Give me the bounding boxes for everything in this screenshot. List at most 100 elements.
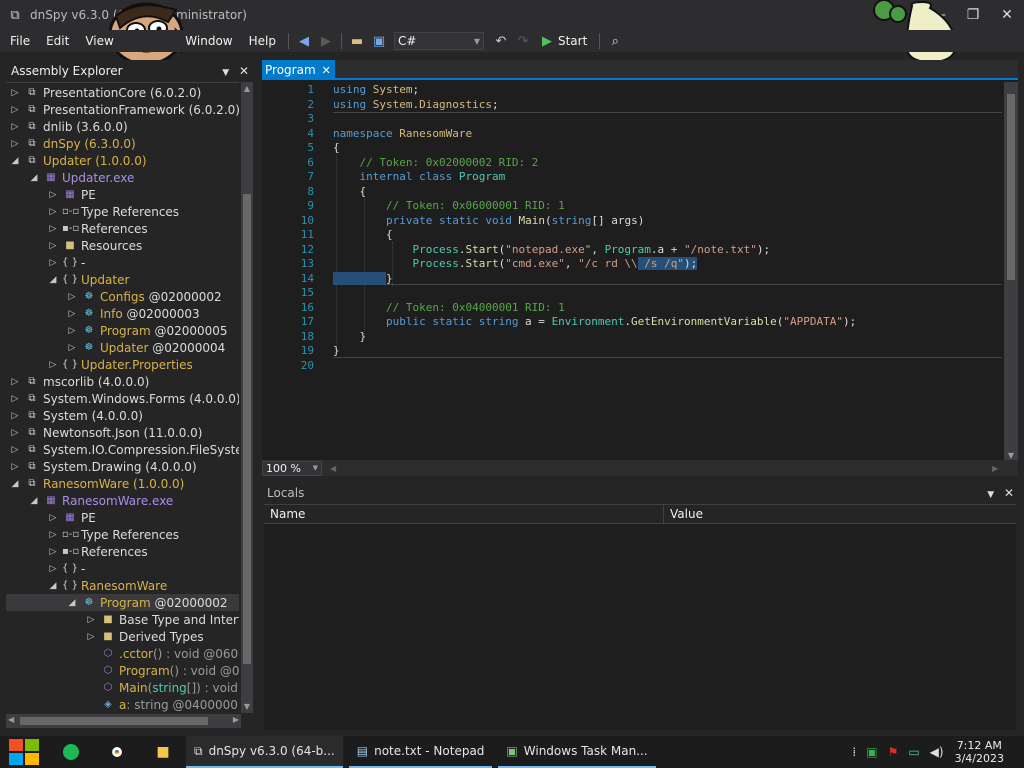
tree-item[interactable]: ◢ ⧉ RanesomWare (1.0.0.0): [6, 475, 239, 492]
tree-item[interactable]: ◈ a : string @04000001: [6, 696, 239, 713]
expand-icon[interactable]: ▷: [47, 564, 59, 574]
navigate-back-icon[interactable]: ◀: [293, 30, 315, 52]
taskbar-item-dnspy[interactable]: ⧉ dnSpy v6.3.0 (64-b...: [186, 736, 343, 768]
expand-icon[interactable]: ▷: [9, 139, 21, 149]
tree-item[interactable]: ▷ ■ Base Type and Interf: [6, 611, 239, 628]
tree-item[interactable]: ◢{ } RanesomWare: [6, 577, 239, 594]
scroll-up-icon[interactable]: ▲: [241, 84, 253, 93]
app-tray-icon[interactable]: ▣: [866, 745, 877, 759]
spotify-icon[interactable]: [48, 736, 94, 768]
tree-item[interactable]: ▷{ } -: [6, 254, 239, 271]
tree-item[interactable]: ▷ ⧉ Newtonsoft.Json (11.0.0.0): [6, 424, 239, 441]
tree-item[interactable]: ▷ ▪-▫ References: [6, 220, 239, 237]
expand-icon[interactable]: ▷: [9, 105, 21, 115]
expand-icon[interactable]: ▷: [47, 207, 59, 217]
expand-icon[interactable]: ▷: [66, 326, 78, 336]
menu-help[interactable]: Help: [241, 30, 284, 52]
expand-icon[interactable]: ▷: [85, 615, 97, 625]
expand-icon[interactable]: ▷: [9, 445, 21, 455]
tree-item[interactable]: ◢ ⧉ Updater (1.0.0.0): [6, 152, 239, 169]
menu-view[interactable]: View: [77, 30, 121, 52]
tree-item[interactable]: ▷ ⧉ System.Drawing (4.0.0.0): [6, 458, 239, 475]
scroll-left-icon[interactable]: ◀: [330, 464, 336, 473]
tree-item-selected[interactable]: ◢ ☸ Program @02000002: [6, 594, 239, 611]
chrome-icon[interactable]: [94, 736, 140, 768]
tree-item[interactable]: ⬡Program() : void @06: [6, 662, 239, 679]
close-icon[interactable]: ✕: [322, 64, 331, 77]
collapse-icon[interactable]: ◢: [47, 581, 59, 591]
expand-icon[interactable]: ▷: [47, 513, 59, 523]
scroll-right-icon[interactable]: ▶: [233, 715, 239, 724]
expand-icon[interactable]: ▷: [9, 428, 21, 438]
tree-item[interactable]: ◢ ▦ RanesomWare.exe: [6, 492, 239, 509]
more-icon[interactable]: ⁞: [852, 745, 856, 759]
tree-item[interactable]: ▷ ⧉ System.IO.Compression.FileSystem: [6, 441, 239, 458]
explorer-vertical-scrollbar[interactable]: ▲ ▼: [241, 82, 253, 713]
tree-item[interactable]: ▷{ } -: [6, 560, 239, 577]
column-name[interactable]: Name: [264, 505, 664, 523]
tree-item[interactable]: ▷ ⧉ mscorlib (4.0.0.0): [6, 373, 239, 390]
editor-vertical-scrollbar[interactable]: ▼: [1004, 82, 1018, 460]
scroll-down-icon[interactable]: ▼: [241, 702, 253, 711]
zoom-select[interactable]: 100 % ▼: [262, 460, 322, 476]
language-select[interactable]: C# ▼: [393, 32, 484, 50]
tree-item[interactable]: ▷{ } Updater.Properties: [6, 356, 239, 373]
expand-icon[interactable]: ▷: [85, 632, 97, 642]
expand-icon[interactable]: ▷: [47, 190, 59, 200]
tree-item[interactable]: ▷ ▦ PE: [6, 186, 239, 203]
scrollbar-thumb[interactable]: [20, 717, 208, 725]
expand-icon[interactable]: ▷: [66, 343, 78, 353]
collapse-icon[interactable]: ◢: [47, 275, 59, 285]
tree-item[interactable]: ▷ ▫-▫ Type References: [6, 526, 239, 543]
collapse-icon[interactable]: ◢: [9, 156, 21, 166]
locals-grid[interactable]: [264, 524, 1016, 730]
expand-icon[interactable]: ▷: [9, 122, 21, 132]
taskbar-item-notepad[interactable]: ▤ note.txt - Notepad: [348, 736, 493, 768]
tree-item[interactable]: ▷ ■ Derived Types: [6, 628, 239, 645]
file-explorer-icon[interactable]: ■: [140, 736, 186, 768]
tree-item[interactable]: ▷ ▫-▫ Type References: [6, 203, 239, 220]
save-all-icon[interactable]: ▣: [368, 30, 390, 52]
expand-icon[interactable]: ▷: [47, 224, 59, 234]
collapse-icon[interactable]: ◢: [66, 598, 78, 608]
scroll-right-icon[interactable]: ▶: [992, 464, 998, 473]
menu-file[interactable]: File: [0, 30, 38, 52]
collapse-icon[interactable]: ◢: [28, 496, 40, 506]
tree-item[interactable]: ▷ ▦ PE: [6, 509, 239, 526]
expand-icon[interactable]: ▷: [47, 258, 59, 268]
open-folder-icon[interactable]: ▬: [346, 30, 368, 52]
expand-icon[interactable]: ▷: [47, 547, 59, 557]
expand-icon[interactable]: ▷: [9, 411, 21, 421]
flag-icon[interactable]: ⚑: [888, 745, 899, 759]
column-value[interactable]: Value: [664, 505, 703, 523]
navigate-forward-icon[interactable]: ▶: [315, 30, 337, 52]
tree-item[interactable]: ◢ ▦ Updater.exe: [6, 169, 239, 186]
tree-item[interactable]: ▷ ☸ Updater @02000004: [6, 339, 239, 356]
tree-item[interactable]: ▷ ▪-▫ References: [6, 543, 239, 560]
redo-icon[interactable]: ↷: [512, 30, 534, 52]
start-button[interactable]: [0, 736, 48, 768]
tree-item[interactable]: ▷ ☸ Configs @02000002: [6, 288, 239, 305]
tree-item[interactable]: ▷ ☸ Program @02000005: [6, 322, 239, 339]
expand-icon[interactable]: ▷: [66, 309, 78, 319]
tab-program[interactable]: Program ✕: [262, 60, 335, 80]
scrollbar-thumb[interactable]: [1007, 94, 1015, 280]
scroll-left-icon[interactable]: ◀: [8, 715, 14, 724]
tree-item[interactable]: ◢{ } Updater: [6, 271, 239, 288]
tree-item[interactable]: ▷ ■ Resources: [6, 237, 239, 254]
expand-icon[interactable]: ▷: [47, 241, 59, 251]
tree-item[interactable]: ▷ ☸ Info @02000003: [6, 305, 239, 322]
taskbar-item-task-manager[interactable]: ▣ Windows Task Man...: [498, 736, 656, 768]
expand-icon[interactable]: ▷: [9, 377, 21, 387]
clock[interactable]: 7:12 AM 3/4/2023: [955, 739, 1004, 765]
close-icon[interactable]: ✕: [1004, 486, 1014, 500]
menu-edit[interactable]: Edit: [38, 30, 77, 52]
expand-icon[interactable]: ▷: [9, 462, 21, 472]
code-view[interactable]: 1 2 3 4 5 6 7 8 9 10 11 12 13 14 15 16 1…: [262, 82, 1002, 460]
menu-window[interactable]: Window: [177, 30, 240, 52]
expand-icon[interactable]: ▷: [9, 88, 21, 98]
search-icon[interactable]: ⌕: [604, 30, 626, 52]
scroll-down-icon[interactable]: ▼: [1004, 451, 1018, 460]
tree-item[interactable]: ⬡ Main(string[]) : void: [6, 679, 239, 696]
tree-item[interactable]: ⬡ .cctor() : void @0600: [6, 645, 239, 662]
